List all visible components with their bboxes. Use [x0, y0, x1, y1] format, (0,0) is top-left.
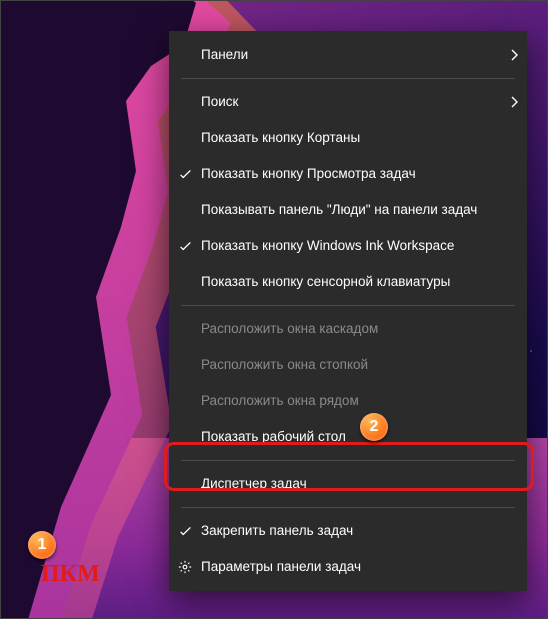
menu-item-show-touchkb[interactable]: Показать кнопку сенсорной клавиатуры	[169, 264, 527, 300]
menu-item-label: Параметры панели задач	[201, 549, 501, 585]
menu-item-label: Показать кнопку Кортаны	[201, 120, 501, 156]
chevron-right-icon	[501, 49, 527, 61]
menu-item-label: Расположить окна стопкой	[201, 347, 501, 383]
menu-item-show-desktop[interactable]: Показать рабочий стол	[169, 419, 527, 455]
menu-item-show-people[interactable]: Показывать панель "Люди" на панели задач	[169, 192, 527, 228]
menu-item-lock-taskbar[interactable]: Закрепить панель задач	[169, 513, 527, 549]
check-icon	[169, 525, 201, 538]
gear-icon	[169, 560, 201, 574]
chevron-right-icon	[501, 96, 527, 108]
menu-separator	[181, 460, 515, 461]
menu-item-show-taskview[interactable]: Показать кнопку Просмотра задач	[169, 156, 527, 192]
menu-separator	[181, 305, 515, 306]
menu-item-label: Поиск	[201, 84, 501, 120]
menu-item-show-ink[interactable]: Показать кнопку Windows Ink Workspace	[169, 228, 527, 264]
menu-item-label: Показать рабочий стол	[201, 419, 501, 455]
menu-item-taskbar-settings[interactable]: Параметры панели задач	[169, 549, 527, 585]
menu-item-label: Панели	[201, 37, 501, 73]
menu-item-show-cortana[interactable]: Показать кнопку Кортаны	[169, 120, 527, 156]
check-icon	[169, 168, 201, 181]
menu-item-panels[interactable]: Панели	[169, 37, 527, 73]
menu-item-label: Расположить окна рядом	[201, 383, 501, 419]
menu-item-label: Закрепить панель задач	[201, 513, 501, 549]
menu-item-label: Показывать панель "Люди" на панели задач	[201, 192, 501, 228]
taskbar-context-menu: ПанелиПоискПоказать кнопку КортаныПоказа…	[169, 31, 527, 591]
check-icon	[169, 240, 201, 253]
menu-item-label: Диспетчер задач	[201, 466, 501, 502]
menu-item-cascade: Расположить окна каскадом	[169, 311, 527, 347]
menu-item-search[interactable]: Поиск	[169, 84, 527, 120]
menu-item-label: Расположить окна каскадом	[201, 311, 501, 347]
menu-item-task-manager[interactable]: Диспетчер задач	[169, 466, 527, 502]
menu-item-label: Показать кнопку сенсорной клавиатуры	[201, 264, 501, 300]
menu-separator	[181, 78, 515, 79]
menu-item-label: Показать кнопку Просмотра задач	[201, 156, 501, 192]
menu-item-stacked: Расположить окна стопкой	[169, 347, 527, 383]
menu-item-sidebyside: Расположить окна рядом	[169, 383, 527, 419]
menu-separator	[181, 507, 515, 508]
menu-item-label: Показать кнопку Windows Ink Workspace	[201, 228, 501, 264]
